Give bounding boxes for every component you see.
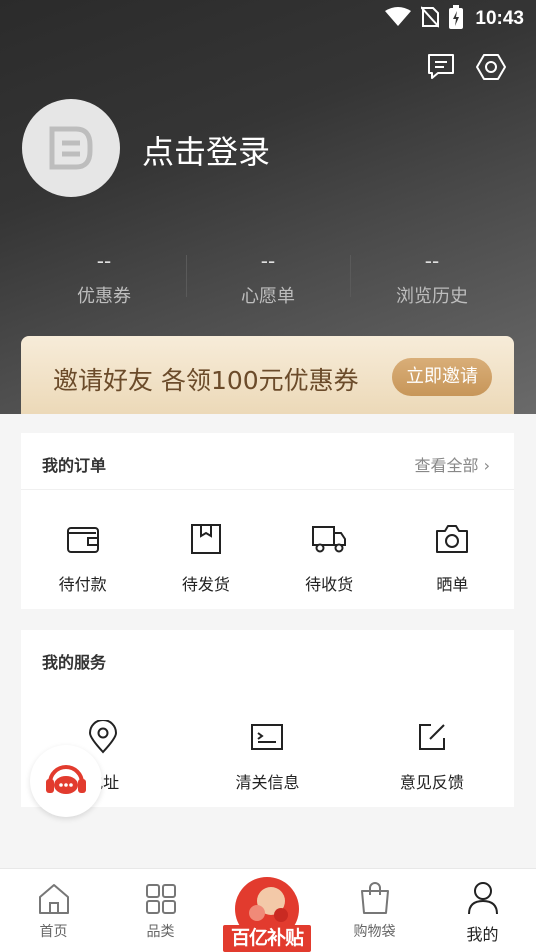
service-customs-info[interactable]: 清关信息	[185, 719, 349, 793]
status-bar: 10:43	[0, 0, 536, 38]
no-sim-icon	[420, 6, 441, 32]
tab-label: 首页	[39, 924, 68, 940]
orders-title: 我的订单	[42, 456, 107, 475]
settings-icon[interactable]	[476, 52, 506, 82]
wallet-icon	[21, 521, 144, 557]
order-pending-payment[interactable]: 待付款	[21, 521, 144, 595]
stat-value: --	[260, 249, 276, 273]
item-label: 晒单	[436, 575, 469, 594]
order-review[interactable]: 晒单	[391, 521, 514, 595]
invite-banner[interactable]: 邀请好友 各领100元优惠券 立即邀请	[21, 336, 514, 414]
view-all-link[interactable]: 查看全部 ›	[414, 452, 490, 476]
invite-button[interactable]: 立即邀请	[392, 358, 492, 396]
stat-label: 浏览历史	[396, 286, 468, 307]
avatar[interactable]	[22, 99, 120, 197]
order-pending-receipt[interactable]: 待收货	[268, 521, 391, 595]
chevron-right-icon: ›	[483, 456, 490, 475]
tab-categories[interactable]: 品类	[107, 869, 214, 952]
tab-subsidy-promo[interactable]: 百亿补贴	[219, 875, 315, 952]
tab-home[interactable]: 首页	[0, 869, 107, 952]
battery-charging-icon	[449, 5, 464, 33]
item-label: 待发货	[181, 575, 230, 594]
stat-history[interactable]: -- 浏览历史	[350, 250, 514, 310]
tab-label: 购物袋	[353, 924, 396, 940]
box-icon	[144, 521, 267, 557]
tab-label: 我的	[466, 925, 499, 944]
item-label: 清关信息	[235, 773, 300, 792]
user-icon	[429, 869, 536, 915]
wifi-icon	[385, 7, 412, 31]
stat-label: 心愿单	[241, 286, 295, 307]
stat-value: --	[424, 249, 440, 273]
tab-mine[interactable]: 我的	[429, 869, 536, 952]
stat-value: --	[96, 249, 112, 273]
camera-icon	[391, 521, 514, 557]
grid-icon	[107, 869, 214, 915]
item-label: 待付款	[58, 575, 107, 594]
order-pending-shipment[interactable]: 待发货	[144, 521, 267, 595]
stats-row: -- 优惠券 -- 心愿单 -- 浏览历史	[22, 250, 514, 310]
service-feedback[interactable]: 意见反馈	[350, 719, 514, 793]
bag-icon	[321, 869, 428, 915]
home-icon	[0, 869, 107, 915]
location-icon	[21, 719, 185, 755]
services-title: 我的服务	[42, 653, 107, 672]
item-label: 待收货	[305, 575, 354, 594]
invite-text: 邀请好友 各领100元优惠券	[53, 366, 359, 395]
headset-icon	[46, 765, 86, 794]
message-icon[interactable]	[426, 52, 456, 82]
customer-service-button[interactable]	[30, 745, 102, 817]
orders-card: 我的订单 查看全部 › 待付款 待发货 待收货 晒单	[21, 433, 514, 609]
truck-icon	[268, 521, 391, 557]
edit-icon	[350, 719, 514, 755]
promo-label: 百亿补贴	[230, 927, 304, 949]
stat-coupons[interactable]: -- 优惠券	[22, 250, 186, 310]
status-time: 10:43	[475, 8, 524, 29]
id-card-icon	[185, 719, 349, 755]
profile-header: 10:43 点击登录 -- 优惠券 -- 心愿单 -- 浏览历史 邀请好友 各领…	[0, 0, 536, 414]
avatar-logo-icon	[49, 126, 93, 170]
tab-label: 品类	[146, 924, 175, 940]
tab-shopping-bag[interactable]: 购物袋	[321, 869, 428, 952]
stat-label: 优惠券	[77, 286, 131, 307]
item-label: 意见反馈	[399, 773, 464, 792]
login-link[interactable]: 点击登录	[142, 127, 270, 173]
stat-wishlist[interactable]: -- 心愿单	[186, 250, 350, 310]
